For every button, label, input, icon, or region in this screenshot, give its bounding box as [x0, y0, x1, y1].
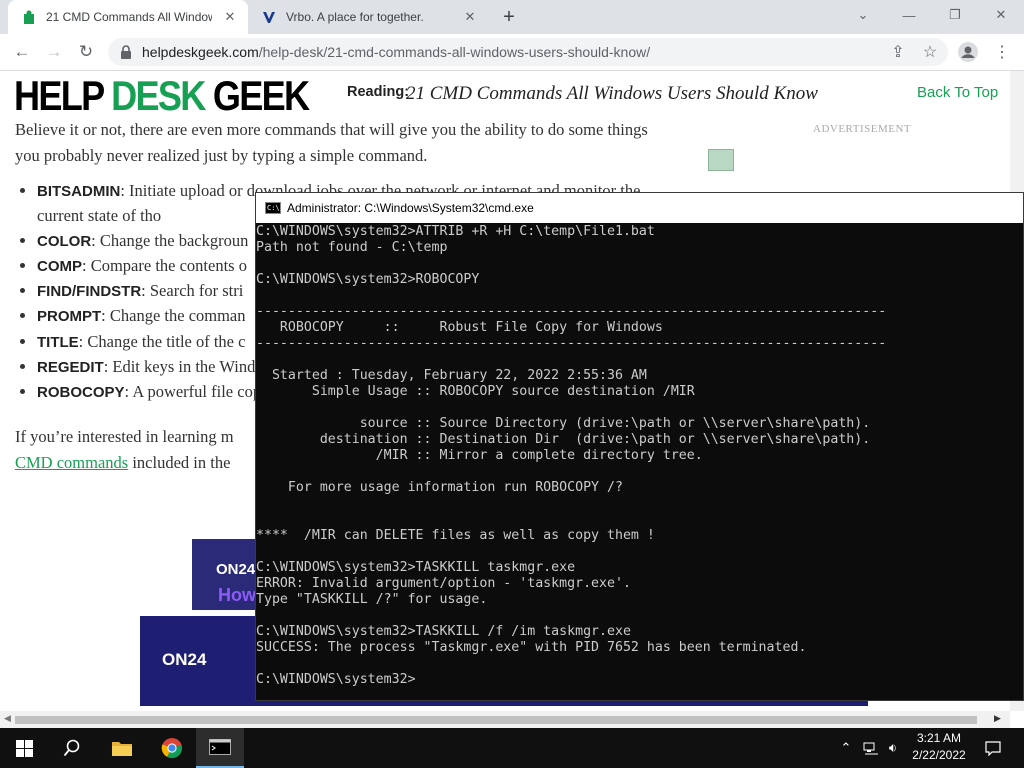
- scroll-right-icon[interactable]: ▶: [994, 713, 1001, 724]
- chrome-icon: [161, 738, 182, 759]
- console-line: ERROR: Invalid argument/option - 'taskmg…: [256, 576, 631, 591]
- console-line: source :: Source Directory (drive:\path …: [256, 416, 871, 431]
- system-clock[interactable]: 3:21 AM 2/22/2022: [900, 730, 978, 764]
- advertisement-label: ADVERTISEMENT: [813, 123, 912, 135]
- ad-headline: How: [218, 585, 256, 605]
- console-line: C:\WINDOWS\system32>ATTRIB +R +H C:\temp…: [256, 224, 655, 239]
- console-line: **** /MIR can DELETE files as well as co…: [256, 528, 655, 543]
- notifications-icon[interactable]: [978, 728, 1008, 768]
- browser-tab-strip: 21 CMD Commands All Windows Users Should…: [0, 0, 1024, 34]
- share-icon[interactable]: ⇪: [886, 40, 910, 64]
- close-window-button[interactable]: ✕: [978, 0, 1024, 30]
- console-output[interactable]: C:\WINDOWS\system32>ATTRIB +R +H C:\temp…: [256, 224, 886, 688]
- reload-icon[interactable]: ↻: [74, 40, 98, 64]
- site-header: HELP DESK GEEK Reading: 21 CMD Commands …: [0, 71, 1010, 119]
- search-button[interactable]: [48, 728, 96, 768]
- tab-helpdeskgeek[interactable]: 21 CMD Commands All Windows Users Should…: [8, 0, 248, 34]
- file-explorer-button[interactable]: [98, 728, 146, 768]
- search-icon: [63, 739, 80, 757]
- tab-vrbo[interactable]: Vrbo. A place for together. ✕: [248, 0, 488, 34]
- minimize-button[interactable]: —: [886, 0, 932, 30]
- cmd-taskbar-button[interactable]: [196, 728, 244, 768]
- start-button[interactable]: [0, 728, 48, 768]
- terminal-icon: [209, 739, 231, 755]
- console-line: Simple Usage :: ROBOCOPY source destinat…: [256, 384, 695, 399]
- console-line: destination :: Destination Dir (drive:\p…: [256, 432, 871, 447]
- scrollbar-thumb[interactable]: [15, 716, 977, 724]
- cmd-window[interactable]: C:\ Administrator: C:\Windows\System32\c…: [255, 192, 1024, 701]
- console-line: SUCCESS: The process "Taskmgr.exe" with …: [256, 640, 807, 655]
- ad-image[interactable]: [708, 149, 734, 171]
- cmd-icon: C:\: [265, 202, 281, 214]
- address-bar[interactable]: helpdeskgeek.com/help-desk/21-cmd-comman…: [108, 38, 948, 66]
- windows-taskbar: ⌃ 🔉︎ 3:21 AM 2/22/2022: [0, 728, 1024, 768]
- cmd-titlebar[interactable]: C:\ Administrator: C:\Windows\System32\c…: [256, 193, 1023, 223]
- console-line: ----------------------------------------…: [256, 304, 887, 319]
- windows-logo-icon: [15, 739, 33, 757]
- lock-icon: [121, 45, 131, 59]
- cmd-commands-link[interactable]: CMD commands: [15, 453, 128, 472]
- console-line: C:\WINDOWS\system32>TASKKILL /f /im task…: [256, 624, 631, 639]
- console-line: /MIR :: Mirror a complete directory tree…: [256, 448, 703, 463]
- horizontal-scrollbar[interactable]: ◀ ▶: [0, 711, 1010, 728]
- new-tab-button[interactable]: +: [498, 6, 520, 28]
- tab-title: Vrbo. A place for together.: [286, 10, 424, 24]
- chrome-button[interactable]: [148, 728, 196, 768]
- console-line: Path not found - C:\temp: [256, 240, 448, 255]
- console-line: Started : Tuesday, February 22, 2022 2:5…: [256, 368, 647, 383]
- clock-date: 2/22/2022: [912, 748, 966, 762]
- vrbo-favicon: [263, 12, 275, 23]
- tab-title: 21 CMD Commands All Windows Users Should…: [46, 10, 212, 24]
- network-icon[interactable]: [862, 728, 880, 768]
- scroll-left-icon[interactable]: ◀: [4, 713, 11, 724]
- bookmark-star-icon[interactable]: ☆: [918, 40, 942, 64]
- helpdeskgeek-favicon: [24, 10, 34, 24]
- clock-time: 3:21 AM: [916, 731, 962, 745]
- reading-label: Reading:: [347, 84, 410, 100]
- folder-icon: [112, 742, 132, 756]
- helpdeskgeek-logo[interactable]: HELP DESK GEEK: [14, 75, 310, 117]
- forward-arrow-icon[interactable]: →: [42, 40, 66, 64]
- url-path: /help-desk/21-cmd-commands-all-windows-u…: [258, 44, 651, 60]
- close-tab-icon[interactable]: ✕: [462, 9, 478, 25]
- console-line: For more usage information run ROBOCOPY …: [256, 480, 623, 495]
- back-arrow-icon[interactable]: ←: [10, 40, 34, 64]
- tab-search-icon[interactable]: ⌄: [840, 0, 886, 30]
- restore-button[interactable]: ❐: [932, 0, 978, 30]
- browser-toolbar: ← → ↻ helpdeskgeek.com/help-desk/21-cmd-…: [0, 34, 1024, 71]
- more-menu-icon[interactable]: ⋮: [990, 40, 1014, 64]
- reading-title: 21 CMD Commands All Windows Users Should…: [406, 83, 818, 104]
- console-line: C:\WINDOWS\system32>TASKKILL taskmgr.exe: [256, 560, 576, 575]
- close-tab-icon[interactable]: ✕: [222, 9, 238, 25]
- console-line: ----------------------------------------…: [256, 336, 887, 351]
- console-line: Type "TASKKILL /?" for usage.: [256, 592, 488, 607]
- console-line: C:\WINDOWS\system32>ROBOCOPY: [256, 272, 480, 287]
- intro-paragraph: Believe it or not, there are even more c…: [15, 120, 648, 165]
- url-domain: helpdeskgeek.com: [142, 44, 259, 60]
- back-to-top-link[interactable]: Back To Top: [917, 84, 998, 101]
- on24-logo: ON24: [216, 561, 256, 578]
- profile-avatar-icon[interactable]: [956, 40, 980, 64]
- console-line: C:\WINDOWS\system32>: [256, 672, 416, 687]
- console-line: ROBOCOPY :: Robust File Copy for Windows: [256, 320, 663, 335]
- show-hidden-icons-icon[interactable]: ⌃: [838, 728, 854, 768]
- on24-ad-banner-small[interactable]: ON24 How: [192, 539, 262, 610]
- on24-logo: ON24: [162, 650, 207, 669]
- cmd-title: Administrator: C:\Windows\System32\cmd.e…: [287, 201, 534, 215]
